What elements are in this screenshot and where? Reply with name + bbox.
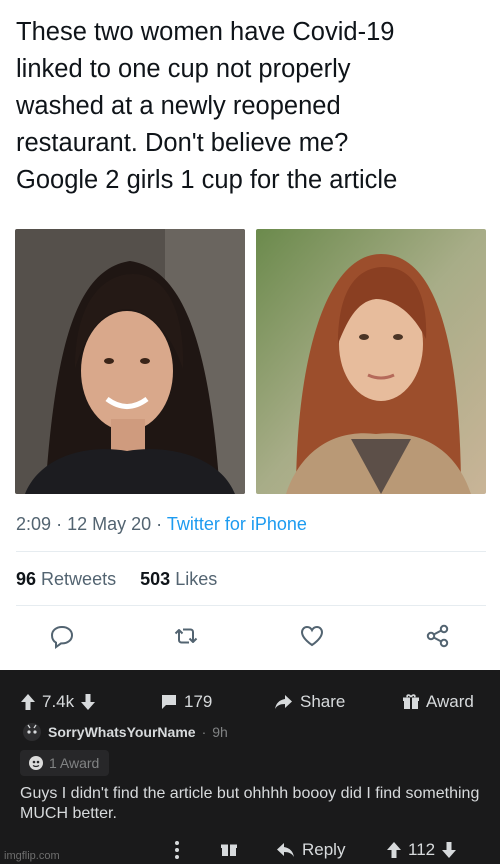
award-label: Award [426, 692, 474, 711]
tweet-text-line: washed at a newly reopened [16, 92, 341, 120]
share-icon[interactable] [424, 622, 452, 650]
award-count-label: 1 Award [49, 755, 100, 771]
likes-count[interactable]: 503 [140, 569, 170, 589]
reply-button[interactable]: Reply [276, 840, 345, 860]
reply-label: Reply [302, 840, 346, 859]
award-icon [29, 756, 43, 770]
tweet-text-line: linked to one cup not properly [16, 55, 351, 83]
retweets-label[interactable]: Retweets [41, 569, 116, 589]
reply-icon[interactable] [48, 622, 76, 650]
reddit-comment-section: 7.4k 179 Share Award SorryWhatsYourName … [0, 670, 500, 864]
tweet-timestamp: 2:09 · 12 May 20 · Twitter for iPhone [16, 514, 307, 535]
separator-dot: · [201, 724, 207, 740]
divider [16, 605, 486, 606]
tweet-time: 2:09 [16, 514, 52, 534]
tweet-text: These two women have Covid-19 linked to … [16, 14, 488, 199]
separator-dot: · [156, 514, 167, 534]
tweet-text-line: Google 2 girls 1 cup for the article [16, 166, 398, 194]
tweet-card: These two women have Covid-19 linked to … [0, 0, 500, 670]
tweet-source-link[interactable]: Twitter for iPhone [167, 514, 307, 534]
gift-icon [403, 694, 419, 709]
avatar[interactable] [22, 722, 42, 742]
upvote-count: 7.4k [42, 692, 75, 711]
reply-arrow-icon [277, 843, 294, 857]
tweet-text-line: restaurant. Don't believe me? [16, 129, 349, 157]
comment-time: 9h [212, 724, 228, 740]
vote-group: 7.4k [20, 692, 96, 712]
tweet-action-bar [0, 622, 500, 652]
retweet-icon[interactable] [172, 622, 200, 650]
downvote-icon[interactable] [441, 841, 457, 859]
comment-award-button[interactable] [220, 840, 238, 858]
gift-icon [221, 844, 237, 856]
divider [16, 551, 486, 552]
comment-author-line: SorryWhatsYourName · 9h [22, 722, 228, 742]
comment-action-bar: Reply 112 [0, 840, 500, 864]
tweet-stats: 96 Retweets 503 Likes [16, 569, 217, 590]
more-options-icon[interactable] [174, 840, 180, 860]
upvote-icon[interactable] [20, 693, 36, 711]
retweets-count[interactable]: 96 [16, 569, 36, 589]
tweet-text-line: These two women have Covid-19 [16, 18, 395, 46]
comment-icon [162, 695, 176, 709]
comment-username[interactable]: SorryWhatsYourName [48, 724, 196, 740]
post-action-bar: 7.4k 179 Share Award [0, 692, 500, 720]
like-icon[interactable] [298, 622, 326, 650]
share-label: Share [300, 692, 346, 711]
award-button[interactable]: Award [402, 692, 474, 712]
comment-score: 112 [408, 840, 436, 859]
share-arrow-icon [275, 695, 292, 709]
tweet-photo-right[interactable] [256, 229, 486, 494]
comment-body: Guys I didn't find the article but ohhhh… [20, 785, 480, 822]
comments-count: 179 [184, 692, 213, 711]
likes-label[interactable]: Likes [175, 569, 217, 589]
award-badge[interactable]: 1 Award [20, 750, 110, 776]
tweet-date: 12 May 20 [67, 514, 152, 534]
downvote-icon[interactable] [80, 693, 96, 711]
separator-dot: · [56, 514, 68, 534]
upvote-icon[interactable] [386, 841, 402, 859]
tweet-photo-left[interactable] [15, 229, 245, 494]
comment-vote-group: 112 [386, 840, 457, 860]
comments-button[interactable]: 179 [160, 692, 212, 712]
watermark: imgflip.com [4, 850, 60, 862]
share-button[interactable]: Share [274, 692, 345, 712]
